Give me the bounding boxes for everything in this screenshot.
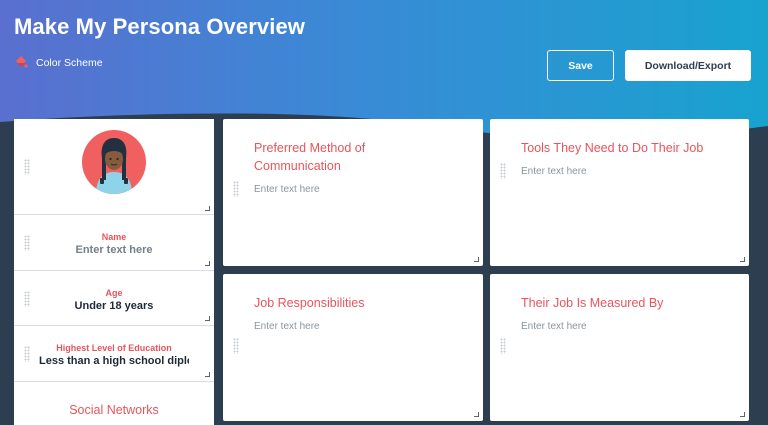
- age-field[interactable]: Under 18 years: [14, 300, 214, 312]
- drag-handle-icon[interactable]: [233, 338, 239, 354]
- avatar-block[interactable]: [14, 119, 214, 215]
- card-text-field[interactable]: Enter text here: [254, 321, 320, 332]
- card-title-line: Preferred Method of: [254, 141, 366, 155]
- card-communication[interactable]: Preferred Method of Communication Enter …: [223, 119, 483, 266]
- card-text-field[interactable]: Enter text here: [521, 321, 587, 332]
- color-scheme-button[interactable]: Color Scheme: [14, 55, 103, 71]
- education-block[interactable]: Highest Level of Education Less than a h…: [14, 326, 214, 382]
- persona-avatar-icon: [96, 138, 132, 194]
- card-title: Job Responsibilities: [254, 296, 365, 310]
- resize-handle-icon[interactable]: [205, 316, 210, 321]
- card-title: Their Job Is Measured By: [521, 296, 664, 310]
- card-title: Tools They Need to Do Their Job: [521, 141, 704, 155]
- paint-bucket-icon: [16, 56, 28, 68]
- card-text-field[interactable]: Enter text here: [254, 184, 320, 195]
- drag-handle-icon[interactable]: [500, 163, 506, 179]
- card-tools[interactable]: Tools They Need to Do Their Job Enter te…: [490, 119, 749, 266]
- education-field[interactable]: Less than a high school diploma: [39, 355, 189, 367]
- resize-handle-icon[interactable]: [740, 412, 745, 417]
- resize-handle-icon[interactable]: [740, 257, 745, 262]
- card-text-field[interactable]: Enter text here: [521, 166, 587, 177]
- drag-handle-icon[interactable]: [233, 181, 239, 197]
- persona-sidebar: Name Enter text here Age Under 18 years …: [14, 119, 214, 425]
- drag-handle-icon[interactable]: [500, 338, 506, 354]
- save-button[interactable]: Save: [547, 50, 614, 81]
- card-job-responsibilities[interactable]: Job Responsibilities Enter text here: [223, 274, 483, 421]
- card-title: Preferred Method of Communication: [254, 139, 365, 175]
- resize-handle-icon[interactable]: [205, 261, 210, 266]
- resize-handle-icon[interactable]: [205, 372, 210, 377]
- avatar[interactable]: [82, 130, 146, 194]
- name-field[interactable]: Enter text here: [14, 244, 214, 256]
- resize-handle-icon[interactable]: [474, 257, 479, 262]
- page-title: Make My Persona Overview: [14, 14, 305, 39]
- name-label: Name: [101, 232, 127, 242]
- resize-handle-icon[interactable]: [205, 206, 210, 211]
- card-job-measured-by[interactable]: Their Job Is Measured By Enter text here: [490, 274, 749, 421]
- education-label: Highest Level of Education: [56, 343, 172, 353]
- drag-handle-icon[interactable]: [24, 159, 30, 175]
- age-label: Age: [105, 288, 123, 298]
- age-block[interactable]: Age Under 18 years: [14, 271, 214, 326]
- social-networks-title: Social Networks: [69, 403, 159, 417]
- resize-handle-icon[interactable]: [474, 412, 479, 417]
- download-export-button[interactable]: Download/Export: [625, 50, 751, 81]
- name-block[interactable]: Name Enter text here: [14, 215, 214, 271]
- color-scheme-label: Color Scheme: [36, 57, 103, 69]
- card-title-line: Communication: [254, 159, 341, 173]
